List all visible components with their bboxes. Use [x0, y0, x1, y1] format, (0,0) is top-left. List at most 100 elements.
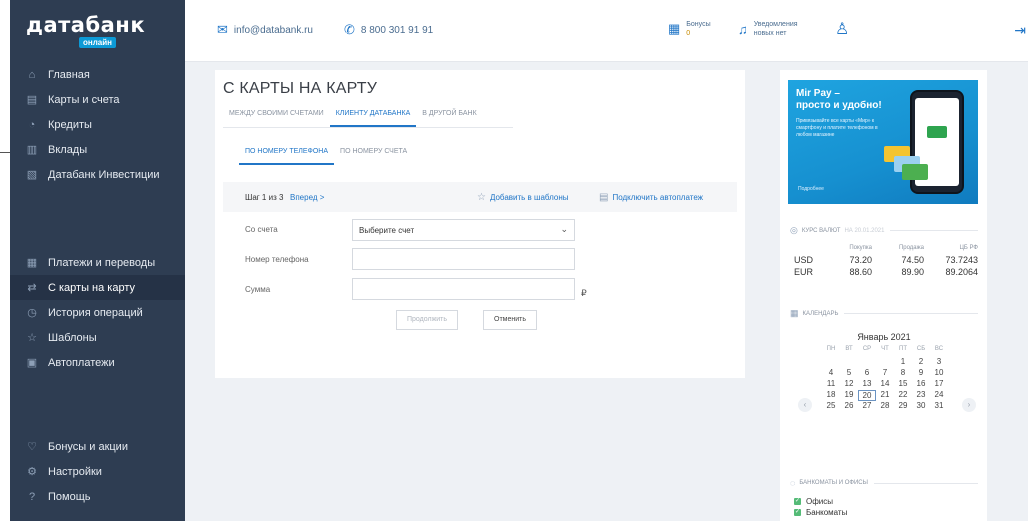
calendar-day[interactable]: 17 [930, 379, 948, 390]
calendar-week-row: 18 19 20 21 22 23 24 [822, 390, 948, 401]
calendar-day [840, 357, 858, 368]
sidebar-item-bonus[interactable]: ♡ Бонусы и акции [10, 434, 185, 459]
calendar-day[interactable]: 9 [912, 368, 930, 379]
filter-offices-label: Офисы [806, 497, 834, 506]
step-next-link[interactable]: Вперед > [290, 193, 324, 202]
promo-title-line2: просто и удобно! [796, 100, 882, 111]
calendar-day[interactable]: 10 [930, 368, 948, 379]
calendar-day[interactable]: 26 [840, 401, 858, 412]
calendar: Январь 2021 ПН ВТ СР ЧТ ПТ СБ ВС 1 2 3 4 5 6 7 8 9 10 11 1… [790, 332, 978, 412]
add-template-link[interactable]: ☆ Добавить в шаблоны [477, 192, 568, 203]
calendar-day[interactable]: 30 [912, 401, 930, 412]
calendar-day[interactable]: 2 [912, 357, 930, 368]
calendar-day[interactable]: 11 [822, 379, 840, 390]
transfer-type-tabs: МЕЖДУ СВОИМИ СЧЕТАМИ КЛИЕНТУ ДАТАБАНКА В… [223, 110, 483, 127]
logout-icon[interactable]: ⇥ [1014, 22, 1026, 39]
sidebar-item-label: С карты на карту [48, 281, 136, 294]
promo-title-line1: Mir Pay – [796, 88, 840, 99]
calendar-day[interactable]: 24 [930, 390, 948, 401]
step-indicator: Шаг 1 из 3 [245, 193, 284, 202]
calendar-day[interactable]: 19 [840, 390, 858, 401]
recipient-mode-tabs: ПО НОМЕРУ ТЕЛЕФОНА ПО НОМЕРУ СЧЕТА [239, 148, 413, 165]
sidebar-item-payments[interactable]: ▦ Платежи и переводы [10, 250, 185, 275]
calendar-day[interactable]: 1 [894, 357, 912, 368]
sidebar-item-home[interactable]: ⌂ Главная [10, 62, 185, 87]
calendar-day[interactable]: 31 [930, 401, 948, 412]
right-widgets: Mir Pay – просто и удобно! Привязывайте … [780, 70, 987, 521]
calendar-day[interactable]: 28 [876, 401, 894, 412]
sidebar-item-label: Вклады [48, 143, 88, 156]
payments-icon: ▦ [26, 257, 38, 269]
calendar-today[interactable]: 20 [858, 390, 876, 401]
rates-line [890, 230, 978, 231]
logo-text: датабанк [26, 13, 146, 37]
tab-databank-client[interactable]: КЛИЕНТУ ДАТАБАНКА [329, 110, 417, 127]
filter-offices[interactable]: ✓ Офисы [794, 496, 847, 507]
cards-icon: ▤ [26, 94, 38, 106]
calendar-day[interactable]: 8 [894, 368, 912, 379]
calendar-day[interactable]: 3 [930, 357, 948, 368]
calendar-day[interactable]: 5 [840, 368, 858, 379]
calendar-day[interactable]: 4 [822, 368, 840, 379]
from-account-value: Выберите счет [359, 226, 415, 235]
step-bar: Шаг 1 из 3 Вперед > ☆ Добавить в шаблоны … [223, 182, 737, 212]
header-notifications[interactable]: ♫ Уведомления новых нет [738, 20, 798, 38]
autopay-icon: ▤ [599, 192, 609, 203]
filter-atms[interactable]: ✓ Банкоматы [794, 507, 847, 518]
calendar-day[interactable]: 7 [876, 368, 894, 379]
atm-filters: ✓ Офисы ✓ Банкоматы [794, 496, 847, 518]
calendar-day[interactable]: 16 [912, 379, 930, 390]
calendar-day[interactable]: 27 [858, 401, 876, 412]
amount-input[interactable] [352, 278, 575, 300]
tab-own-accounts[interactable]: МЕЖДУ СВОИМИ СЧЕТАМИ [223, 110, 330, 127]
tab-by-account[interactable]: ПО НОМЕРУ СЧЕТА [334, 148, 413, 165]
calendar-day[interactable]: 14 [876, 379, 894, 390]
calendar-day[interactable]: 25 [822, 401, 840, 412]
calendar-week-row: 25 26 27 28 29 30 31 [822, 401, 948, 412]
calendar-day[interactable]: 18 [822, 390, 840, 401]
header-email[interactable]: ✉ info@databank.ru [217, 22, 313, 38]
header-bonus[interactable]: ▦ Бонусы 0 [668, 20, 711, 38]
calendar-day[interactable]: 21 [876, 390, 894, 401]
sidebar-item-label: Платежи и переводы [48, 256, 156, 269]
from-account-label: Со счета [245, 225, 278, 234]
from-account-select[interactable]: Выберите счет ⌄ [352, 219, 575, 241]
sidebar-item-help[interactable]: ? Помощь [10, 484, 185, 509]
calendar-next-button[interactable]: › [962, 398, 976, 412]
calendar-week-row: 4 5 6 7 8 9 10 [822, 368, 948, 379]
calendar-day[interactable]: 6 [858, 368, 876, 379]
calendar-day[interactable]: 15 [894, 379, 912, 390]
calendar-day[interactable]: 12 [840, 379, 858, 390]
logo[interactable]: датабанк онлайн [26, 14, 145, 48]
sidebar-item-deposits[interactable]: ▥ Вклады [10, 137, 185, 162]
sidebar-item-history[interactable]: ◷ История операций [10, 300, 185, 325]
promo-banner[interactable]: Mir Pay – просто и удобно! Привязывайте … [788, 80, 978, 204]
calendar-prev-button[interactable]: ‹ [798, 398, 812, 412]
phone-input[interactable] [352, 248, 575, 270]
sidebar-item-card-transfer[interactable]: ⇄ С карты на карту [10, 275, 195, 300]
header-profile[interactable]: ♙ [835, 19, 855, 39]
sidebar-item-invest[interactable]: ▧ Датабанк Инвестиции [10, 162, 185, 187]
connect-autopay-link[interactable]: ▤ Подключить автоплатеж [599, 192, 703, 203]
calendar-day[interactable]: 13 [858, 379, 876, 390]
sidebar-item-credits[interactable]: ◔ Кредиты [10, 112, 185, 137]
sidebar-item-label: Шаблоны [48, 331, 97, 344]
sidebar-item-autopay[interactable]: ▣ Автоплатежи [10, 350, 185, 375]
calendar-dow-row: ПН ВТ СР ЧТ ПТ СБ ВС [822, 346, 948, 357]
sidebar-item-label: Кредиты [48, 118, 92, 131]
header-phone[interactable]: ✆ 8 800 301 91 91 [344, 22, 433, 38]
sidebar-item-templates[interactable]: ☆ Шаблоны [10, 325, 185, 350]
continue-button[interactable]: Продолжить [396, 310, 459, 330]
header-notif-value: новых нет [753, 30, 787, 37]
calendar-day[interactable]: 22 [894, 390, 912, 401]
rate-buy: 73.20 [849, 255, 872, 265]
calendar-day[interactable]: 29 [894, 401, 912, 412]
tab-other-bank[interactable]: В ДРУГОЙ БАНК [416, 110, 482, 127]
sidebar-item-cards[interactable]: ▤ Карты и счета [10, 87, 185, 112]
calendar-day[interactable]: 23 [912, 390, 930, 401]
phone-card-image [927, 126, 947, 138]
sidebar-item-settings[interactable]: ⚙ Настройки [10, 459, 185, 484]
cancel-button[interactable]: Отменить [483, 310, 537, 330]
tab-by-phone[interactable]: ПО НОМЕРУ ТЕЛЕФОНА [239, 148, 335, 165]
phone-icon: ✆ [344, 22, 355, 37]
